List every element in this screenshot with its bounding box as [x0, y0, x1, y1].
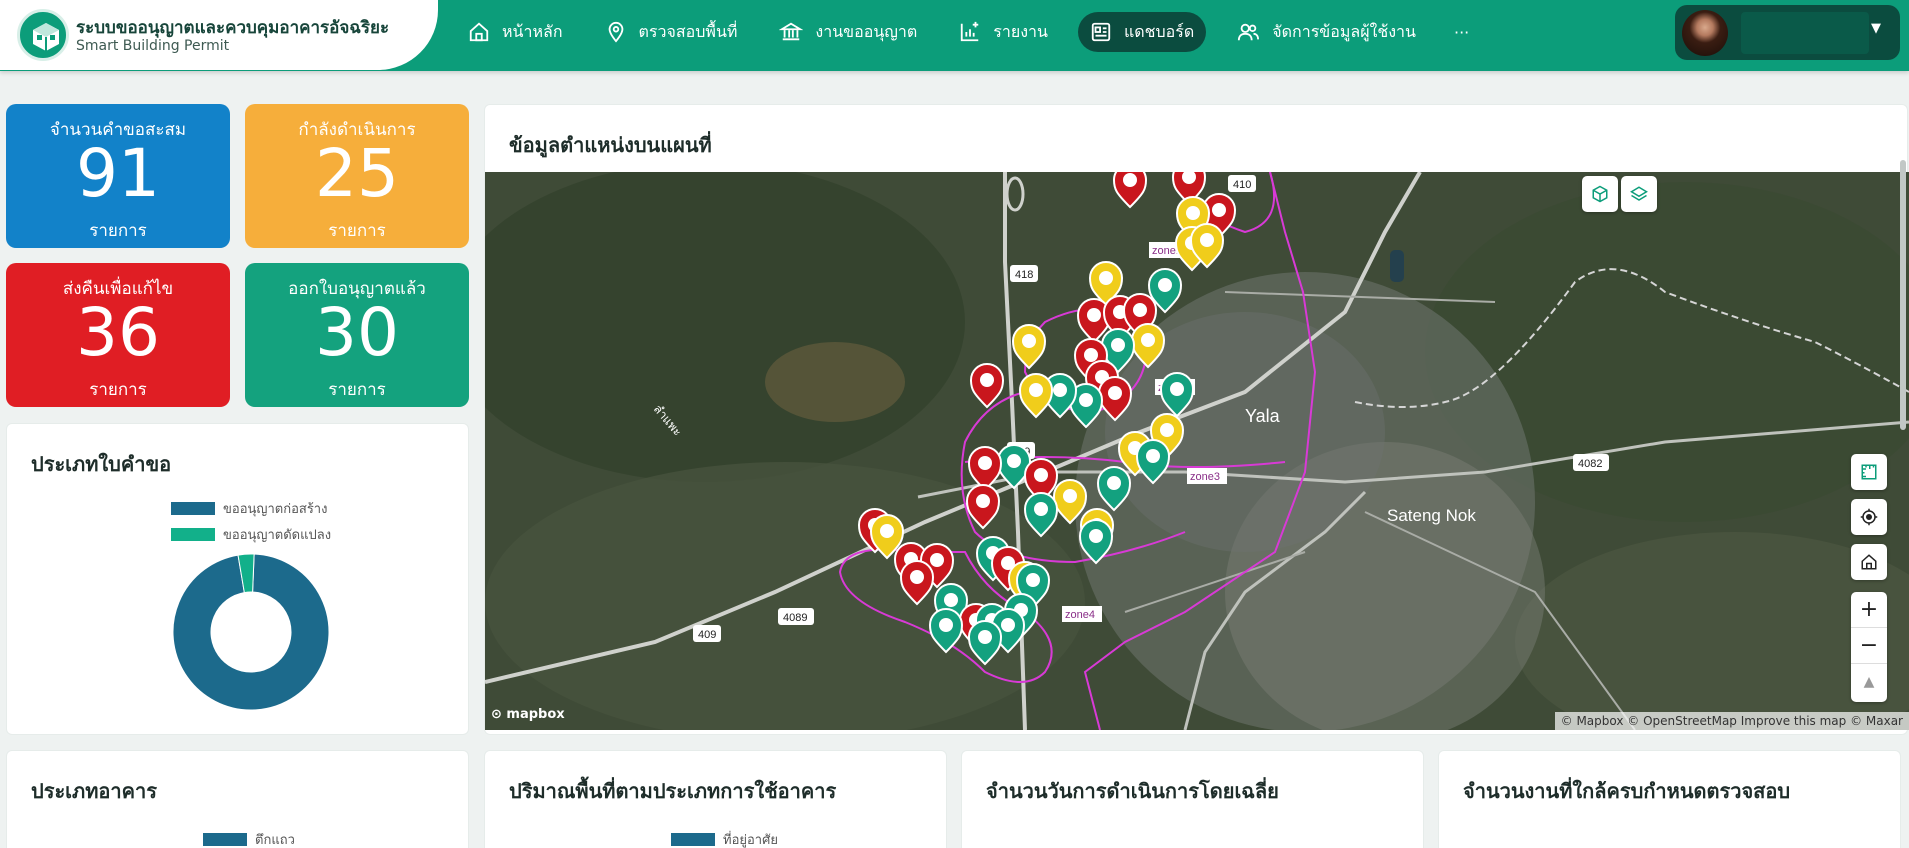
legend-label: ที่อยู่อาศัย — [723, 833, 778, 848]
legend-label: ขออนุญาตดัดแปลง — [223, 528, 332, 543]
dashboard-icon — [1091, 22, 1111, 42]
legend-item[interactable]: ขออนุญาตดัดแปลง — [171, 524, 331, 545]
zone-label: zone3 — [1190, 471, 1220, 483]
stat-returned[interactable]: ส่งคืนเพื่อแก้ไข 36 รายการ — [6, 263, 230, 407]
stat-value: 25 — [315, 135, 399, 212]
app-subtitle: Smart Building Permit — [76, 38, 230, 54]
logo-area[interactable]: ระบบขออนุญาตและควบคุมอาคารอัจฉริยะ Smart… — [0, 0, 438, 70]
ruler-icon — [1861, 464, 1877, 480]
main-nav: หน้าหลัก ตรวจสอบพื้นที่ งานขออนุญาต รายง… — [456, 12, 1469, 52]
legend-swatch — [171, 528, 215, 541]
username-field — [1741, 12, 1869, 54]
stat-total-requests[interactable]: จำนวนคำขอสะสม 91 รายการ — [6, 104, 230, 248]
cube-icon — [1592, 185, 1608, 203]
mapbox-logo[interactable]: ⊙ mapbox — [491, 707, 565, 722]
road-label-409b: 409 — [698, 629, 716, 641]
road-label-418: 418 — [1015, 269, 1033, 281]
more-menu-button[interactable]: ··· — [1454, 23, 1469, 42]
legend-label: ตึกแถว — [255, 833, 295, 848]
nav-dashboard[interactable]: แดชบอร์ด — [1077, 12, 1207, 52]
zoom-controls: + − ▲ — [1851, 592, 1887, 702]
stat-value: 30 — [315, 294, 399, 371]
place-label-sateng-nok: Sateng Nok — [1387, 506, 1476, 525]
map-view[interactable]: 410 418 409 409 4089 4082 zone1 zone2 zo… — [485, 172, 1909, 730]
app-title: ระบบขออนุญาตและควบคุมอาคารอัจฉริยะ — [76, 18, 390, 38]
ruler-button[interactable] — [1851, 454, 1887, 490]
due-inspection-card: จำนวนงานที่ใกล้ครบกำหนดตรวจสอบ — [1438, 750, 1901, 848]
locate-button[interactable] — [1851, 499, 1887, 535]
nav-home-label: หน้าหลัก — [502, 21, 563, 41]
road-label-4082: 4082 — [1578, 458, 1602, 470]
avatar — [1682, 10, 1728, 56]
stat-unit: รายการ — [89, 380, 147, 400]
legend-swatch — [671, 833, 715, 846]
stat-in-progress[interactable]: กำลังดำเนินการ 25 รายการ — [245, 104, 469, 248]
nav-permit-work[interactable]: งานขออนุญาต — [767, 12, 929, 52]
stat-unit: รายการ — [89, 221, 147, 241]
place-label-yala: Yala — [1245, 406, 1281, 426]
legend-item[interactable]: ที่อยู่อาศัย — [671, 829, 778, 848]
map-attribution[interactable]: © Mapbox © OpenStreetMap Improve this ma… — [1554, 712, 1909, 730]
legend-item[interactable]: ตึกแถว — [203, 829, 295, 848]
top-header: ระบบขออนุญาตและควบคุมอาคารอัจฉริยะ Smart… — [0, 0, 1909, 71]
legend-swatch — [171, 502, 215, 515]
zoom-in-button[interactable]: + — [1851, 592, 1887, 628]
zoom-out-button[interactable]: − — [1851, 628, 1887, 664]
mapbox-logo-text: mapbox — [506, 707, 565, 722]
nav-area-check-label: ตรวจสอบพื้นที่ — [638, 21, 738, 41]
building-type-card: ประเภทอาคาร ตึกแถว — [6, 750, 469, 848]
zone-label: zone4 — [1065, 609, 1095, 621]
compass-icon[interactable]: ▲ — [1851, 664, 1887, 700]
satellite-map: 410 418 409 409 4089 4082 zone1 zone2 zo… — [485, 172, 1909, 730]
cube-3d-button[interactable] — [1582, 176, 1618, 212]
nav-user-manage-label: จัดการข้อมูลผู้ใช้งาน — [1272, 21, 1416, 41]
nav-permit-work-label: งานขออนุญาต — [815, 21, 918, 41]
layers-icon — [1630, 186, 1648, 201]
legend-item[interactable]: ขออนุญาตก่อสร้าง — [171, 498, 327, 519]
stat-unit: รายการ — [328, 380, 386, 400]
home-icon — [1861, 554, 1877, 570]
request-type-card: ประเภทใบคำขอ ขออนุญาตก่อสร้าง ขออนุญาตดั… — [6, 423, 469, 735]
card-title: ปริมาณพื้นที่ตามประเภทการใช้อาคาร — [509, 779, 837, 803]
nav-area-check[interactable]: ตรวจสอบพื้นที่ — [593, 12, 750, 52]
area-usage-card: ปริมาณพื้นที่ตามประเภทการใช้อาคาร ที่อยู… — [484, 750, 947, 848]
card-title: จำนวนงานที่ใกล้ครบกำหนดตรวจสอบ — [1463, 779, 1791, 803]
stat-value: 91 — [76, 135, 160, 212]
card-title: ประเภทอาคาร — [31, 779, 157, 803]
home-extent-button[interactable] — [1851, 544, 1887, 580]
nav-dashboard-label: แดชบอร์ด — [1123, 21, 1195, 41]
page-scrollbar[interactable] — [1900, 160, 1906, 430]
stat-value: 36 — [76, 294, 160, 371]
nav-report[interactable]: รายงาน — [947, 12, 1060, 52]
legend-label: ขออนุญาตก่อสร้าง — [223, 502, 328, 517]
road-label-4089: 4089 — [783, 612, 807, 624]
layers-button[interactable] — [1621, 176, 1657, 212]
map-pin-icon — [608, 21, 623, 43]
user-menu[interactable]: ▼ — [1675, 5, 1900, 60]
stat-unit: รายการ — [328, 221, 386, 241]
bank-icon — [779, 22, 804, 41]
card-title: ข้อมูลตำแหน่งบนแผนที่ — [509, 133, 712, 157]
road-label-410: 410 — [1233, 179, 1251, 191]
building-logo-icon — [17, 9, 69, 61]
users-icon — [1238, 23, 1260, 41]
crosshair-icon — [1860, 508, 1878, 526]
nav-user-manage[interactable]: จัดการข้อมูลผู้ใช้งาน — [1224, 12, 1428, 52]
report-icon — [961, 21, 979, 42]
card-title: จำนวนวันการดำเนินการโดยเฉลี่ย — [986, 779, 1279, 803]
card-title: ประเภทใบคำขอ — [31, 452, 172, 476]
chevron-down-icon: ▼ — [1871, 21, 1881, 36]
nav-home[interactable]: หน้าหลัก — [456, 12, 575, 52]
nav-report-label: รายงาน — [993, 21, 1048, 41]
legend-swatch — [203, 833, 247, 846]
stat-issued[interactable]: ออกใบอนุญาตแล้ว 30 รายการ — [245, 263, 469, 407]
donut-chart — [172, 553, 330, 711]
home-icon — [469, 22, 489, 42]
avg-days-card: จำนวนวันการดำเนินการโดยเฉลี่ย — [961, 750, 1424, 848]
